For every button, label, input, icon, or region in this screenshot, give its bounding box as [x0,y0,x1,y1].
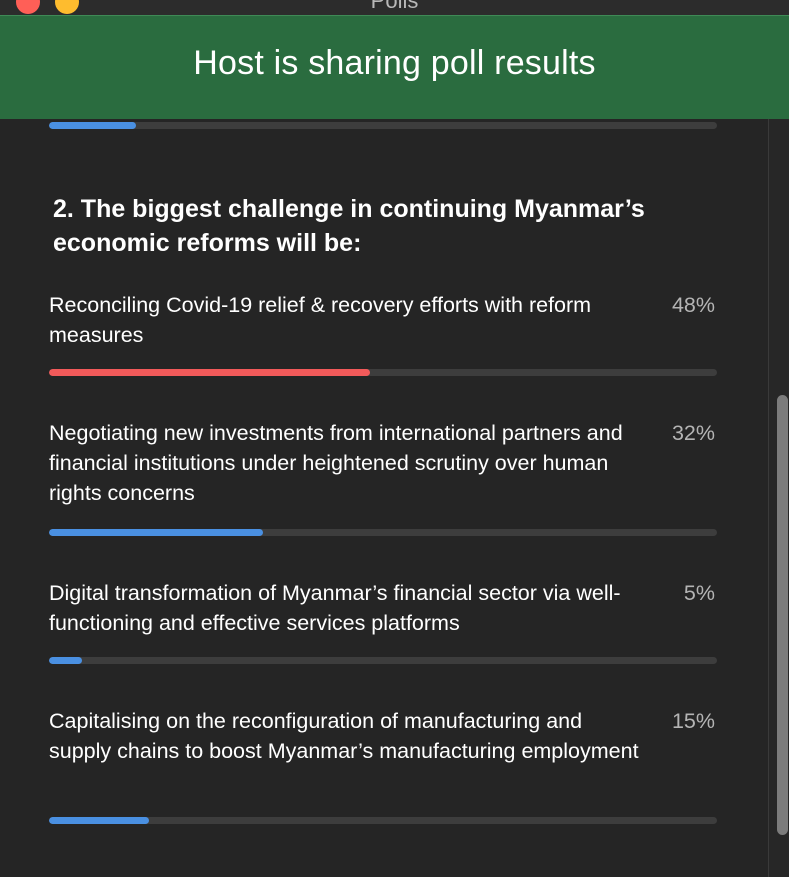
window-title: Polls [370,0,419,13]
sharing-banner: Host is sharing poll results [0,15,789,119]
option-result-bar-fill [49,657,83,664]
scrollbar-thumb[interactable] [777,395,788,835]
option-percent: 5% [683,581,715,605]
option-label: Negotiating new investments from interna… [49,421,623,505]
option-result-bar [49,369,717,376]
option-percent: 32% [671,421,715,445]
option-result-bar-fill [49,529,263,536]
previous-result-bar-fill [49,122,136,129]
previous-result-bar [49,122,717,129]
vertical-scrollbar[interactable] [768,119,789,877]
option-label: Reconciling Covid-19 relief & recovery e… [49,293,592,347]
option-result-bar-fill [49,817,150,824]
option-result-bar [49,529,717,536]
option-percent: 48% [671,293,715,317]
banner-text: Host is sharing poll results [193,44,596,82]
option-label: Capitalising on the reconfiguration of m… [49,709,639,763]
question-title: 2. The biggest challenge in continuing M… [53,195,645,257]
option-label: Digital transformation of Myanmar’s fina… [49,581,621,635]
option-result-bar [49,657,717,664]
title-bar: Polls [0,0,789,15]
option-result-bar-fill [49,369,370,376]
option-result-bar [49,817,717,824]
poll-results-panel: 2. The biggest challenge in continuing M… [0,119,768,877]
option-percent: 15% [671,709,715,733]
